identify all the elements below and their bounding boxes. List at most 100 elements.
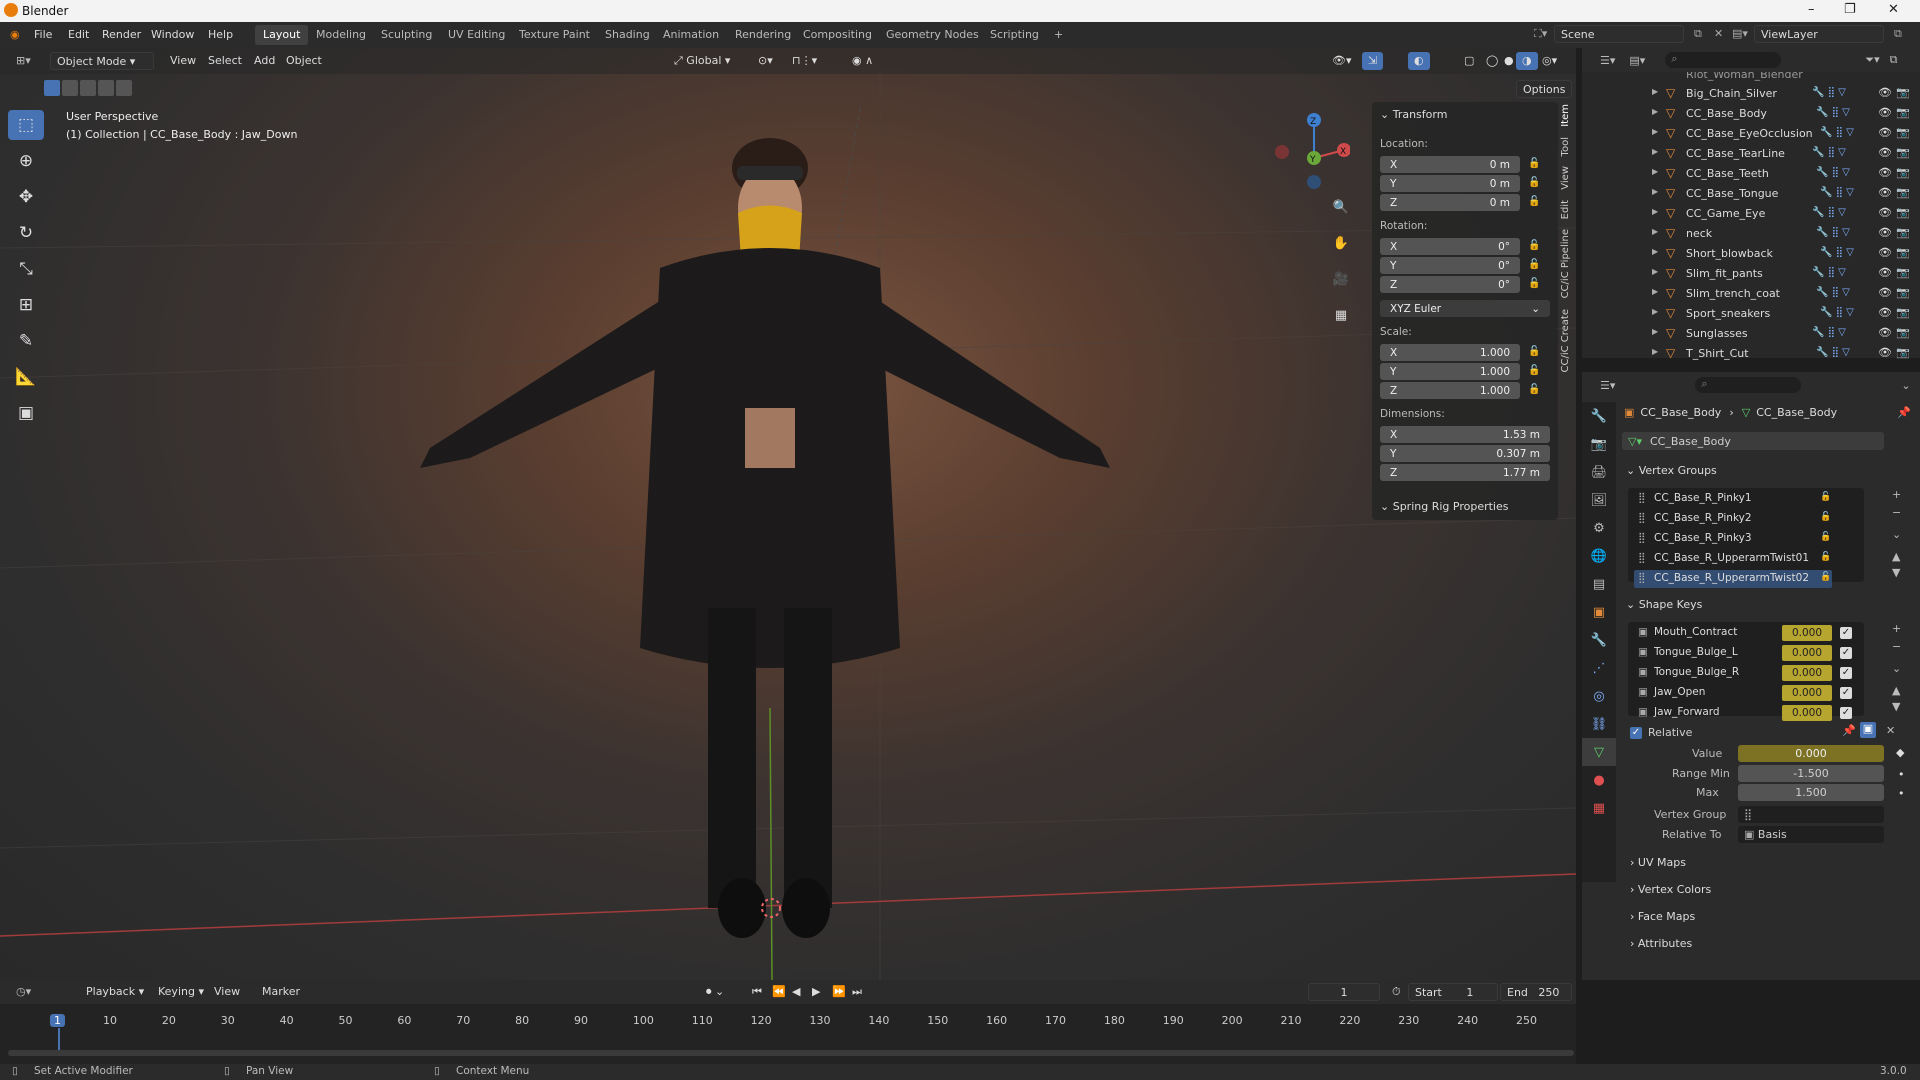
render-camera-icon[interactable]: 📷 bbox=[1896, 286, 1910, 299]
render-icon[interactable]: 📷 bbox=[1582, 430, 1616, 458]
dimensions-x-field[interactable]: X 1.53 m bbox=[1380, 426, 1550, 443]
tab-shading[interactable]: Shading bbox=[597, 25, 658, 45]
jump-end-icon[interactable]: ⏭ bbox=[846, 983, 868, 1001]
remove-icon[interactable]: − bbox=[1892, 506, 1901, 519]
shape-key-mute-checkbox[interactable]: ✓ bbox=[1840, 667, 1852, 679]
outliner-row[interactable]: ▶ ▽ CC_Base_Teeth 🔧 ⣿ ▽ 👁 📷 bbox=[1582, 164, 1920, 184]
view-layer-icon[interactable]: 🖼 bbox=[1582, 486, 1616, 514]
expand-icon[interactable]: ▶ bbox=[1652, 187, 1658, 196]
move-down-icon[interactable]: ▼ bbox=[1892, 700, 1900, 713]
attributes-header[interactable]: › Attributes bbox=[1630, 937, 1692, 950]
chevron-down-icon[interactable]: ⌄ bbox=[1901, 379, 1910, 392]
lock-icon[interactable]: 🔓 bbox=[1820, 512, 1831, 522]
render-camera-icon[interactable]: 📷 bbox=[1896, 326, 1910, 339]
transform-tool-icon[interactable]: ⊞ bbox=[8, 290, 44, 320]
menu-marker[interactable]: Marker bbox=[256, 983, 306, 1001]
vertex-group-item[interactable]: ⣿ CC_Base_R_Pinky2 🔓 bbox=[1634, 510, 1832, 528]
shape-key-value[interactable]: 0.000 bbox=[1782, 625, 1832, 641]
lock-icon[interactable]: 🔓 bbox=[1820, 552, 1831, 562]
add-cube-tool-icon[interactable]: ▣ bbox=[8, 398, 44, 428]
outliner-row[interactable]: ▶ ▽ CC_Base_TearLine 🔧 ⣿ ▽ 👁 📷 bbox=[1582, 144, 1920, 164]
move-tool-icon[interactable]: ✥ bbox=[8, 182, 44, 212]
perspective-toggle-icon[interactable]: ▦ bbox=[1330, 304, 1352, 326]
expand-icon[interactable]: ▶ bbox=[1652, 227, 1658, 236]
constraints-icon[interactable]: ⛓ bbox=[1582, 710, 1616, 738]
rotation-y-field[interactable]: Y 0° bbox=[1380, 257, 1520, 274]
editor-type-icon[interactable]: ⊞▾ bbox=[10, 52, 37, 70]
menu-file[interactable]: File bbox=[34, 28, 52, 41]
mesh-datablock-field[interactable]: ▽▾ CC_Base_Body bbox=[1622, 432, 1884, 450]
lock-icon[interactable]: 🔓 bbox=[1820, 572, 1831, 582]
render-camera-icon[interactable]: 📷 bbox=[1896, 106, 1910, 119]
relative-checkbox[interactable]: ✓ Relative bbox=[1630, 726, 1692, 739]
location-z-field[interactable]: Z 0 m bbox=[1380, 194, 1520, 211]
eye-icon[interactable]: 👁 bbox=[1878, 126, 1892, 139]
outliner-row[interactable]: ▶ ▽ CC_Base_Body 🔧 ⣿ ▽ 👁 📷 bbox=[1582, 104, 1920, 124]
lock-icon[interactable]: 🔓 bbox=[1820, 532, 1831, 542]
display-mode-icon[interactable]: ▤▾ bbox=[1629, 54, 1645, 67]
outliner-row-cut[interactable]: Rlot_Woman_Blender bbox=[1582, 72, 1920, 84]
lock-icon[interactable]: 🔓 bbox=[1820, 492, 1831, 502]
properties-search-input[interactable]: ⌕ bbox=[1695, 377, 1802, 393]
location-y-field[interactable]: Y 0 m bbox=[1380, 175, 1520, 192]
collection-icon[interactable]: ▤ bbox=[1582, 570, 1616, 598]
vertex-group-field[interactable]: ⣿ bbox=[1738, 806, 1884, 823]
outliner-row[interactable]: ▶ ▽ Short_blowback 🔧 ⣿ ▽ 👁 📷 bbox=[1582, 244, 1920, 264]
outliner-row[interactable]: ▶ ▽ CC_Game_Eye 🔧 ⣿ ▽ 👁 📷 bbox=[1582, 204, 1920, 224]
outliner-search-input[interactable]: ⌕ bbox=[1665, 52, 1782, 68]
rotation-mode-dropdown[interactable]: XYZ Euler ⌄ bbox=[1380, 300, 1550, 317]
transform-orientation-dropdown[interactable]: ⤢ Global ▾ bbox=[668, 52, 736, 70]
world-icon[interactable]: 🌐 bbox=[1582, 542, 1616, 570]
outliner-row[interactable]: ▶ ▽ CC_Base_Tongue 🔧 ⣿ ▽ 👁 📷 bbox=[1582, 184, 1920, 204]
rendered-shading-icon[interactable]: ◎▾ bbox=[1536, 52, 1563, 70]
texture-icon[interactable]: ▦ bbox=[1582, 794, 1616, 822]
shape-key-mute-checkbox[interactable]: ✓ bbox=[1840, 707, 1852, 719]
stopwatch-icon[interactable]: ⏱ bbox=[1386, 983, 1407, 1001]
new-view-layer-icon[interactable]: ⧉ bbox=[1888, 25, 1908, 43]
material-shading-icon[interactable]: ◑ bbox=[1516, 52, 1538, 70]
outliner-row[interactable]: ▶ ▽ T_Shirt_Cut 🔧 ⣿ ▽ 👁 📷 bbox=[1582, 344, 1920, 364]
select-subtract-icon[interactable] bbox=[80, 80, 96, 96]
outliner-row[interactable]: ▶ ▽ Slim_fit_pants 🔧 ⣿ ▽ 👁 📷 bbox=[1582, 264, 1920, 284]
end-frame-field[interactable]: End 250 bbox=[1500, 983, 1572, 1001]
tab-cc-pipeline[interactable]: CC/iC Pipeline bbox=[1560, 229, 1571, 298]
eye-icon[interactable]: 👁 bbox=[1878, 86, 1892, 99]
select-intersect-icon[interactable] bbox=[116, 80, 132, 96]
menu-select[interactable]: Select bbox=[202, 52, 248, 70]
editor-type-icon[interactable]: ☰▾ bbox=[1600, 379, 1615, 392]
snap-icon[interactable]: ⊓⋮▾ bbox=[786, 52, 823, 70]
eye-icon[interactable]: 👁 bbox=[1878, 326, 1892, 339]
output-icon[interactable]: 🖨 bbox=[1582, 458, 1616, 486]
rotation-z-field[interactable]: Z 0° bbox=[1380, 276, 1520, 293]
scale-tool-icon[interactable]: ⤡ bbox=[8, 254, 44, 284]
close-button[interactable]: ✕ bbox=[1888, 2, 1899, 17]
eye-icon[interactable]: 👁 bbox=[1878, 346, 1892, 359]
expand-icon[interactable]: ▶ bbox=[1652, 147, 1658, 156]
eye-icon[interactable]: 👁 bbox=[1878, 226, 1892, 239]
overlay-toggle-icon[interactable]: ◐ bbox=[1408, 52, 1430, 70]
tab-modeling[interactable]: Modeling bbox=[308, 25, 374, 45]
menu-add[interactable]: Add bbox=[248, 52, 281, 70]
expand-icon[interactable]: ▶ bbox=[1652, 307, 1658, 316]
expand-icon[interactable]: ▶ bbox=[1652, 347, 1658, 356]
vertex-group-item[interactable]: ⣿ CC_Base_R_UpperarmTwist02 🔓 bbox=[1634, 570, 1832, 588]
menu-keying[interactable]: Keying ▾ bbox=[152, 983, 210, 1001]
render-camera-icon[interactable]: 📷 bbox=[1896, 266, 1910, 279]
menu-object[interactable]: Object bbox=[280, 52, 328, 70]
tab-edit[interactable]: Edit bbox=[1560, 200, 1571, 219]
filter-icon[interactable]: ⏷▾ bbox=[1865, 53, 1879, 67]
play-icon[interactable]: ▶ bbox=[806, 983, 826, 1001]
pin-icon[interactable]: 📌 bbox=[1897, 406, 1911, 419]
particles-icon[interactable]: ⋰ bbox=[1582, 654, 1616, 682]
eye-icon[interactable]: 👁 bbox=[1878, 106, 1892, 119]
keyframe-icon[interactable]: ◆ bbox=[1896, 746, 1904, 759]
lock-icon[interactable]: 🔓 bbox=[1528, 177, 1540, 189]
transform-header[interactable]: ⌄ Transform bbox=[1372, 102, 1558, 127]
rotation-x-field[interactable]: X 0° bbox=[1380, 238, 1520, 255]
lock-icon[interactable]: 🔓 bbox=[1528, 240, 1540, 252]
record-icon[interactable]: ⏺ ⌄ bbox=[700, 983, 730, 1001]
scale-y-field[interactable]: Y 1.000 bbox=[1380, 363, 1520, 380]
eye-icon[interactable]: 👁 bbox=[1878, 286, 1892, 299]
shape-key-mute-checkbox[interactable]: ✓ bbox=[1840, 647, 1852, 659]
add-icon[interactable]: + bbox=[1892, 622, 1901, 635]
